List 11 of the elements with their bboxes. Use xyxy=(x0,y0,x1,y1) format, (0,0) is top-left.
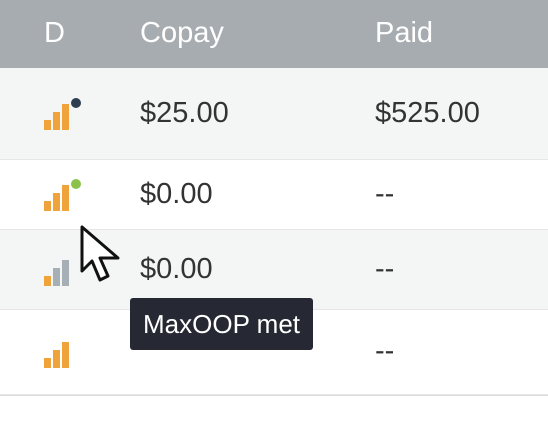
tooltip: MaxOOP met xyxy=(130,298,314,350)
table-cell: $0.00 xyxy=(140,252,213,285)
table-cell: -- xyxy=(375,252,394,285)
column-header: D xyxy=(44,17,65,50)
table-cell: -- xyxy=(375,178,394,210)
column-header: Copay xyxy=(140,17,224,50)
table-cell: -- xyxy=(375,335,394,368)
table-cell: $0.00 xyxy=(140,178,213,210)
table-cell: $525.00 xyxy=(375,96,480,129)
table-cell: $25.00 xyxy=(140,96,229,129)
column-header: Paid xyxy=(375,17,434,50)
